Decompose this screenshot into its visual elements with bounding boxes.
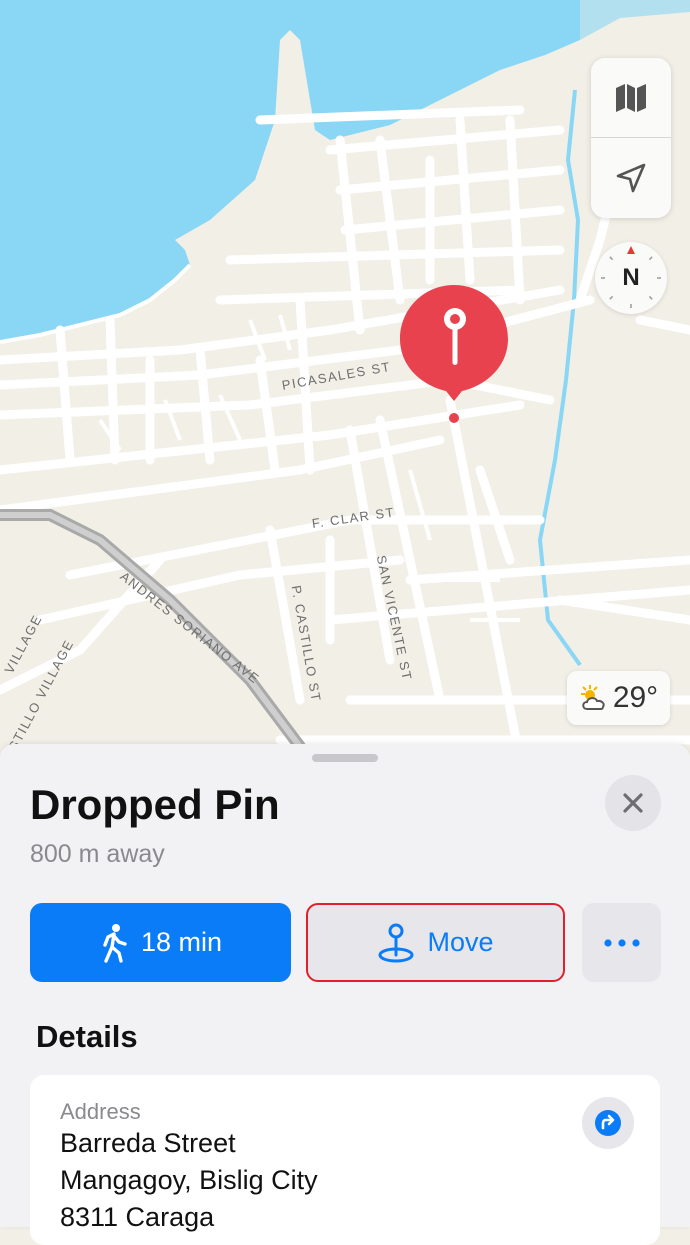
map-controls [591,58,671,218]
compass-button[interactable]: N [595,242,667,314]
address-directions-button[interactable] [582,1097,634,1149]
place-distance: 800 m away [30,840,165,868]
map-mode-icon [616,84,646,112]
walk-duration-label: 18 min [140,927,223,957]
place-sheet: Dropped Pin 800 m away 18 min Move Detai… [0,744,690,1245]
location-arrow-icon [616,163,646,193]
map-view[interactable]: PICASALES ST F. CLAR ST ANDRES SORIANO A… [0,0,690,760]
details-heading: Details [36,1019,138,1054]
place-title: Dropped Pin [30,781,280,828]
partly-cloudy-icon [580,685,605,710]
dropped-pin-icon[interactable] [398,283,510,432]
address-line-2: Mangagoy, Bislig City [60,1165,318,1195]
walking-icon [103,923,127,963]
compass-north-label: N [622,264,640,291]
sheet-grabber[interactable] [312,754,378,762]
current-location-button[interactable] [591,138,671,218]
move-pin-button[interactable]: Move [306,903,565,982]
address-line-1: Barreda Street [60,1128,236,1158]
close-button[interactable] [605,775,661,831]
move-label: Move [427,927,494,957]
weather-temperature: 29° [612,681,659,714]
move-pin-icon [378,923,414,962]
weather-badge[interactable]: 29° [567,671,670,725]
close-icon [623,793,643,813]
address-label: Address [60,1099,141,1124]
map-mode-button[interactable] [591,58,671,138]
walk-directions-button[interactable]: 18 min [30,903,291,982]
address-line-3: 8311 Caraga [60,1202,215,1232]
address-card[interactable]: Address Barreda Street Mangagoy, Bislig … [30,1075,660,1245]
ellipsis-icon [603,938,640,947]
more-options-button[interactable] [582,903,661,982]
directions-icon [595,1110,621,1136]
